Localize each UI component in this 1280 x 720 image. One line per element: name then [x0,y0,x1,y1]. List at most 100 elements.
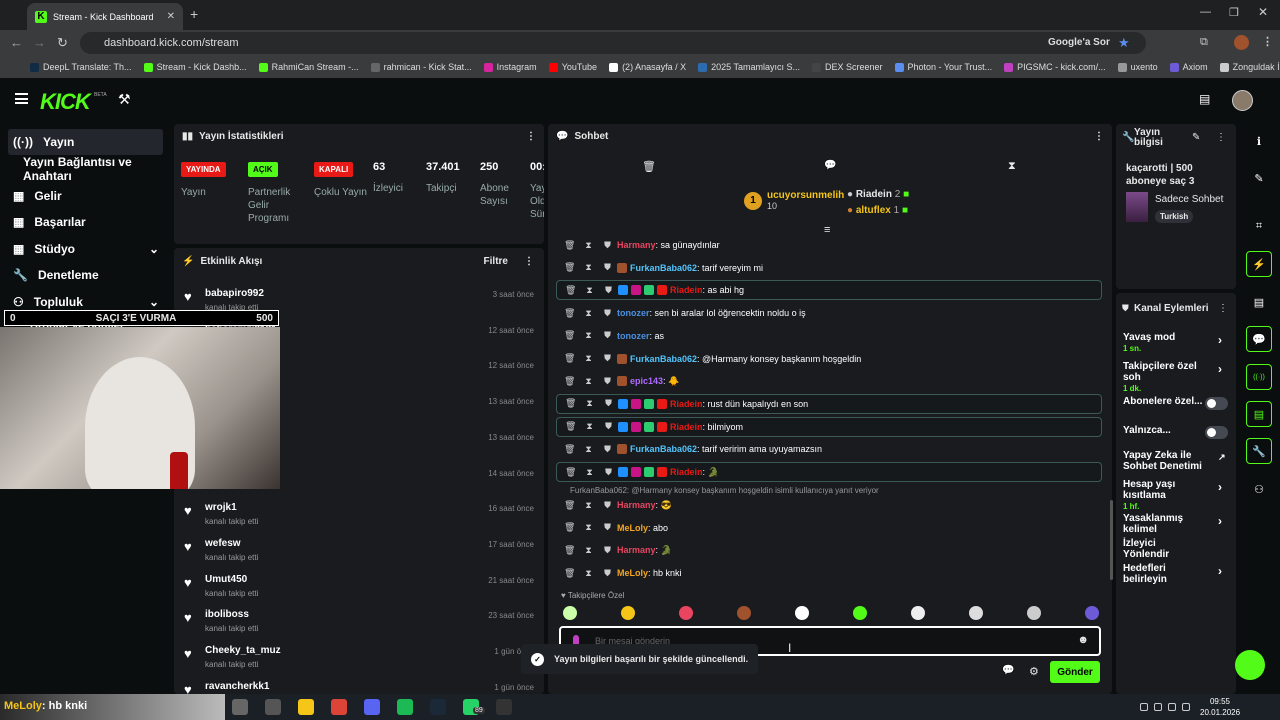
shield-icon[interactable]: ⛊ [602,500,613,511]
wrench-icon[interactable]: 🔧 [1246,438,1272,464]
sidebar-item-studyo[interactable]: ▦ Stüdyo ⌄ [8,236,163,262]
action-item[interactable]: Yasaklanmış kelimel [1123,513,1203,535]
speaker-icon[interactable] [1154,703,1162,711]
emoji-icon[interactable]: ☻ [1077,634,1089,646]
trash-icon[interactable]: 🗑 [564,500,575,511]
sidebar-item-denetleme[interactable]: 🔧 Denetleme [8,262,163,288]
trash-icon[interactable]: 🗑 [642,160,656,173]
crop-icon[interactable]: ⌗ [1246,213,1272,239]
hourglass-icon[interactable]: ⧗ [583,522,594,533]
share-icon[interactable]: ⚇ [1246,476,1272,502]
lightning-icon[interactable]: ⚡ [1246,251,1272,277]
url-input[interactable]: dashboard.kick.com/stream [80,32,1146,54]
kebab-icon[interactable]: ⋮ [1216,132,1226,143]
bookmark-item[interactable]: Instagram [483,62,537,72]
search-icon[interactable] [232,699,248,715]
bookmark-item[interactable]: Photon - Your Trust... [894,62,992,72]
obs-icon[interactable] [496,699,512,715]
kebab-icon[interactable]: ⋮ [1094,131,1104,142]
bookmark-item[interactable]: RahmiCan Stream -... [258,62,359,72]
send-button[interactable]: Gönder [1050,661,1100,683]
hourglass-icon[interactable]: ⧗ [583,444,594,455]
bookmark-item[interactable]: PIGSMC - kick.com/... [1004,62,1106,72]
emote-icon[interactable] [853,606,867,620]
settings-gear-icon[interactable]: ⚙ [1029,665,1039,678]
bookmark-item[interactable]: uxento [1117,62,1158,72]
bookmark-item[interactable]: Stream - Kick Dashb... [143,62,247,72]
spotify-icon[interactable] [397,699,413,715]
trash-icon[interactable]: 🗑 [565,467,576,478]
kick-logo[interactable]: KICK [40,89,91,115]
emote-icon[interactable] [911,606,925,620]
hourglass-icon[interactable]: ⧗ [583,262,594,273]
bookmark-item[interactable]: DEX Screener [811,62,883,72]
pencil-icon[interactable]: ✎ [1246,165,1272,191]
notification-icon[interactable] [1182,703,1190,711]
filter-button[interactable]: Filtre [484,256,508,267]
emote-icon[interactable] [621,606,635,620]
kebab-icon[interactable]: ⋮ [524,256,534,267]
chevron-right-icon[interactable]: › [1218,480,1222,494]
window-close-icon[interactable]: ✕ [1258,5,1268,19]
hourglass-icon[interactable]: ⧗ [583,545,594,556]
shield-icon[interactable]: ⛊ [603,467,614,478]
action-item[interactable]: İzleyici Yönlendir [1123,538,1203,560]
trash-icon[interactable]: 🗑 [564,444,575,455]
bookmark-item[interactable]: YouTube [548,62,597,72]
emote-icon[interactable] [969,606,983,620]
chat-options-icon[interactable]: 💬 [1002,665,1014,676]
emote-icon[interactable] [563,606,577,620]
hourglass-icon[interactable]: ⧗ [583,330,594,341]
chat-bubble-icon[interactable]: 💬 [824,160,836,171]
hourglass-icon[interactable]: ⧗ [583,308,594,319]
hourglass-icon[interactable]: ⧗ [584,398,595,409]
hourglass-icon[interactable]: ⧗ [583,353,594,364]
hammer-icon[interactable]: ⚒ [118,91,131,108]
emote-icon[interactable] [737,606,751,620]
external-link-icon[interactable]: ↗ [1218,452,1226,463]
hourglass-icon[interactable]: ⧗ [583,500,594,511]
trash-icon[interactable]: 🗑 [564,353,575,364]
maximize-icon[interactable]: ❐ [1229,6,1239,19]
browser-tab[interactable]: K Stream - Kick Dashboard ✕ [27,3,183,30]
star-icon[interactable]: ★ [1118,35,1130,51]
emote-icon[interactable] [1085,606,1099,620]
chevron-right-icon[interactable]: › [1218,514,1222,528]
shield-icon[interactable]: ⛊ [602,568,613,579]
back-icon[interactable]: ← [10,35,23,50]
trash-icon[interactable]: 🗑 [564,545,575,556]
discord-icon[interactable] [364,699,380,715]
menu-icon[interactable]: ⋮ [1262,35,1273,48]
trash-icon[interactable]: 🗑 [565,285,576,296]
trash-icon[interactable]: 🗑 [564,308,575,319]
kebab-icon[interactable]: ⋮ [1218,303,1228,314]
shield-icon[interactable]: ⛊ [602,522,613,533]
task-view-icon[interactable] [265,699,281,715]
hourglass-icon[interactable]: ⧗ [584,467,595,478]
bookmark-item[interactable]: Axiom [1169,62,1208,72]
action-item[interactable]: Hesap yaşı kısıtlama 1 hf. [1123,479,1203,512]
shield-icon[interactable]: ⛊ [602,376,613,387]
bookmark-item[interactable]: rahmican - Kick Stat... [370,62,472,72]
sidebar-item-basarilar[interactable]: ▦ Başarılar [8,209,163,235]
shield-icon[interactable]: ⛊ [602,444,613,455]
steam-icon[interactable] [430,699,446,715]
new-tab-icon[interactable]: + [190,6,198,22]
trash-icon[interactable]: 🗑 [564,262,575,273]
reload-icon[interactable]: ↻ [57,35,68,51]
action-item[interactable]: Takipçilere özel soh 1 dk. [1123,361,1203,394]
action-item[interactable]: Yalnızca... [1123,425,1203,436]
emote-icon[interactable] [1027,606,1041,620]
bookmark-item[interactable]: 2025 Tamamlayıcı S... [698,62,800,72]
trash-icon[interactable]: 🗑 [564,522,575,533]
chevron-right-icon[interactable]: › [1218,333,1222,347]
hourglass-icon[interactable]: ⧗ [584,285,595,296]
profile-avatar[interactable] [1234,35,1249,50]
toggle-switch[interactable] [1205,397,1228,410]
broadcast-icon[interactable]: ((·)) [1246,364,1272,390]
info-icon[interactable]: ℹ [1246,128,1272,154]
hourglass-icon[interactable]: ⧗ [583,568,594,579]
shield-icon[interactable]: ⛊ [603,285,614,296]
chat-icon[interactable]: 💬 [1246,326,1272,352]
bookmark-item[interactable]: Zonguldak İngilizce... [1219,62,1280,72]
